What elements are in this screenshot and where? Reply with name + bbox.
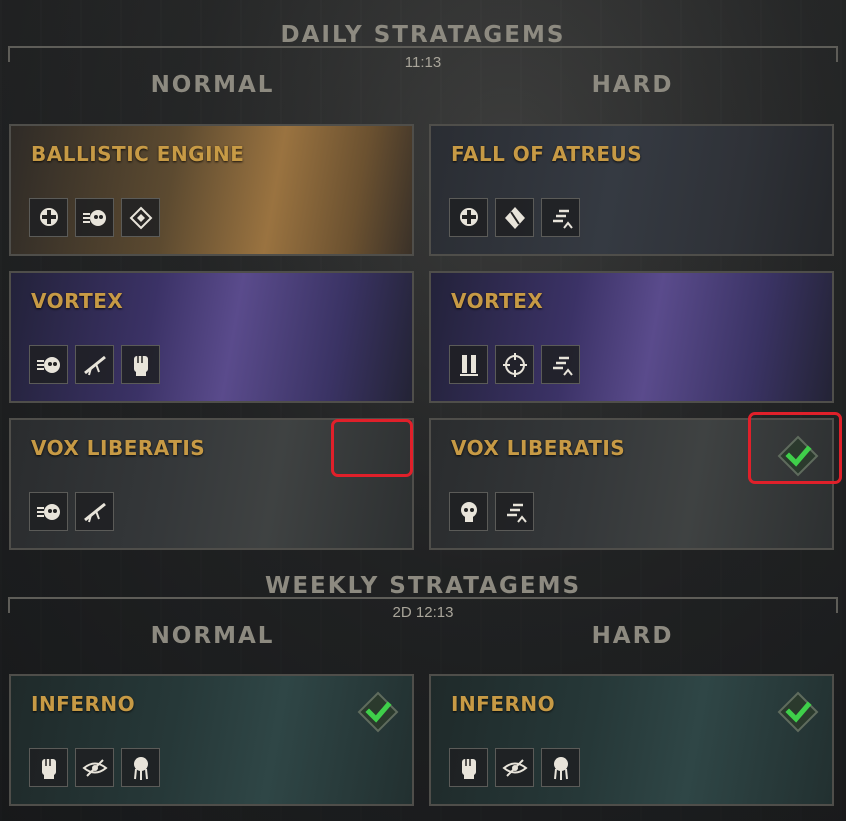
fist-icon[interactable] [29, 748, 68, 787]
weekly-hard-heading: HARD [591, 623, 674, 649]
highlight-box-normal-vox [331, 419, 413, 477]
completed-check-icon [356, 690, 400, 734]
fist-icon[interactable] [449, 748, 488, 787]
daily-hard-heading: HARD [591, 72, 674, 98]
pillars-icon[interactable] [449, 345, 488, 384]
card-title: VORTEX [31, 289, 124, 313]
sniper-rifle-icon[interactable] [75, 345, 114, 384]
speed-skull-icon[interactable] [29, 492, 68, 531]
daily-section-title: DAILY STRATAGEMS [280, 22, 566, 48]
sniper-rifle-icon[interactable] [75, 492, 114, 531]
diamond-target-icon[interactable] [121, 198, 160, 237]
card-title: VOX LIBERATIS [451, 436, 626, 460]
stratagem-card-inferno-normal[interactable]: INFERNO [9, 674, 414, 806]
card-title: FALL OF ATREUS [451, 142, 643, 166]
stratagem-card-ballistic-engine-normal[interactable]: BALLISTIC ENGINE [9, 124, 414, 256]
stairs-up-icon[interactable] [541, 198, 580, 237]
cross-skull-icon[interactable] [29, 198, 68, 237]
card-title: VOX LIBERATIS [31, 436, 206, 460]
completed-check-icon [776, 690, 820, 734]
hidden-eye-icon[interactable] [75, 748, 114, 787]
speed-skull-icon[interactable] [75, 198, 114, 237]
card-title: INFERNO [451, 692, 556, 716]
melee-icon[interactable] [495, 198, 534, 237]
highlight-box-hard-vox [748, 412, 842, 484]
fist-icon[interactable] [121, 345, 160, 384]
stairs-up-icon[interactable] [495, 492, 534, 531]
stratagem-card-vortex-normal[interactable]: VORTEX [9, 271, 414, 403]
stratagem-card-vortex-hard[interactable]: VORTEX [429, 271, 834, 403]
hidden-eye-icon[interactable] [495, 748, 534, 787]
speed-skull-icon[interactable] [29, 345, 68, 384]
stratagem-card-fall-of-atreus-hard[interactable]: FALL OF ATREUS [429, 124, 834, 256]
weekly-section-title: WEEKLY STRATAGEMS [264, 573, 582, 599]
skull-icon[interactable] [449, 492, 488, 531]
daily-timer: 11:13 [404, 54, 442, 71]
cross-skull-icon[interactable] [449, 198, 488, 237]
card-title: BALLISTIC ENGINE [31, 142, 245, 166]
card-title: VORTEX [451, 289, 544, 313]
tentacle-head-icon[interactable] [541, 748, 580, 787]
crosshair-icon[interactable] [495, 345, 534, 384]
stratagem-card-inferno-hard[interactable]: INFERNO [429, 674, 834, 806]
weekly-timer: 2D 12:13 [392, 604, 454, 621]
weekly-normal-heading: NORMAL [150, 623, 275, 649]
daily-normal-heading: NORMAL [150, 72, 275, 98]
tentacle-head-icon[interactable] [121, 748, 160, 787]
card-title: INFERNO [31, 692, 136, 716]
stairs-up-icon[interactable] [541, 345, 580, 384]
